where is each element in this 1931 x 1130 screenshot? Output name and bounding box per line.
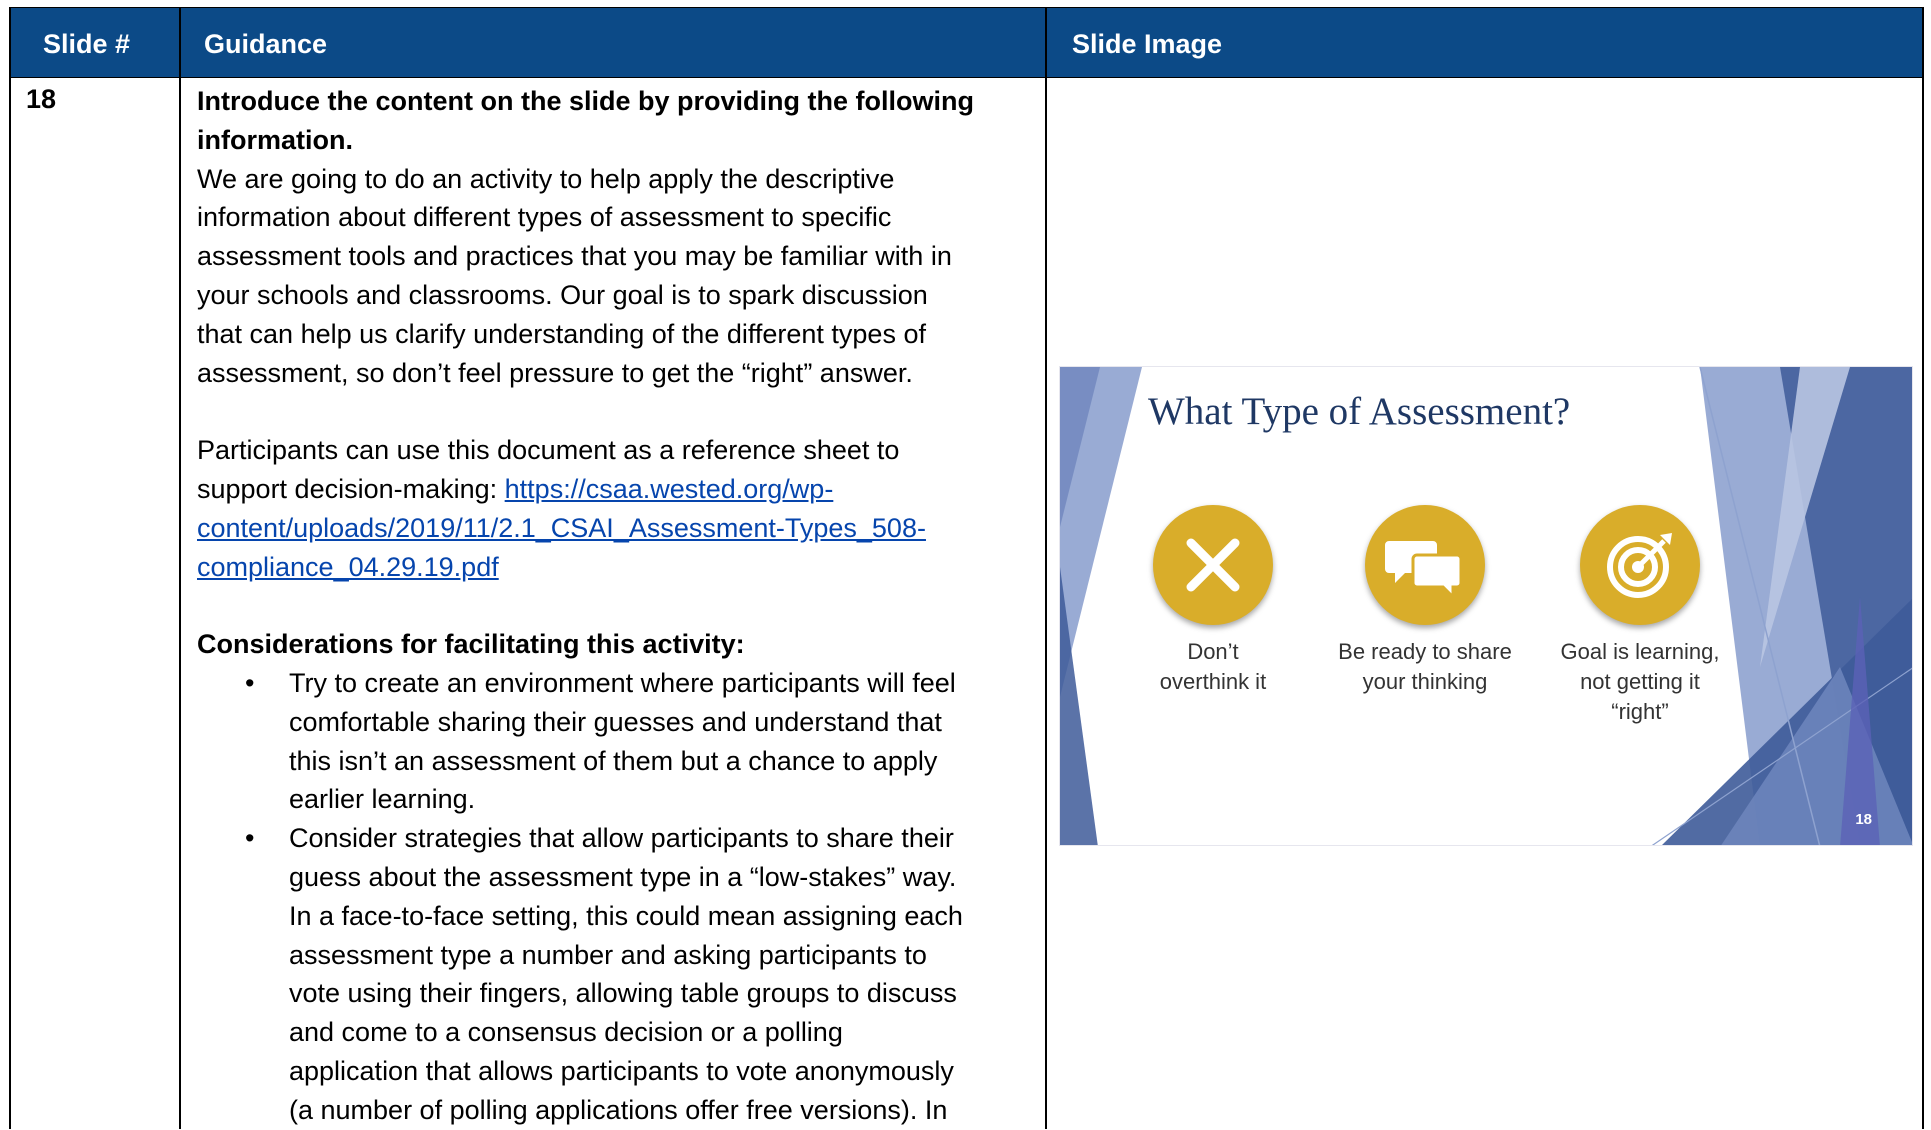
- bullet-text-line: vote using their fingers, allowing table…: [289, 978, 957, 1009]
- table-border-left: [9, 7, 11, 1129]
- caption-line: Don’t: [1187, 639, 1239, 664]
- intro-text-line: assessment tools and practices that you …: [197, 241, 952, 272]
- guidance-cell: Introduce the content on the slide by pr…: [197, 82, 1035, 1130]
- intro-text-line: your schools and classrooms. Our goal is…: [197, 279, 928, 310]
- caption-line: “right”: [1611, 699, 1669, 724]
- caption-be-ready: Be ready to share your thinking: [1315, 637, 1535, 697]
- reference-link-end[interactable]: compliance_04.29.19.pdf: [197, 552, 499, 582]
- list-item: • Consider strategies that allow partici…: [245, 819, 1035, 1129]
- bullet: •: [245, 667, 255, 698]
- bullet-text-line: comfortable sharing their guesses and un…: [289, 706, 942, 737]
- caption-line: Be ready to share: [1338, 639, 1512, 664]
- table-border-right: [1922, 7, 1924, 1129]
- bullet-text-line: Consider strategies that allow participa…: [289, 823, 954, 854]
- target-icon: [1580, 505, 1700, 625]
- caption-line: not getting it: [1580, 669, 1700, 694]
- column-divider: [179, 7, 181, 1129]
- x-icon: [1153, 505, 1273, 625]
- reference-link-line: compliance_04.29.19.pdf: [197, 548, 1035, 587]
- reference-text: Participants can use this document as a …: [197, 435, 900, 466]
- bullet-text-line: Try to create an environment where parti…: [289, 667, 956, 698]
- intro-heading: Introduce the content on the slide by pr…: [197, 86, 974, 116]
- bullet-text-line: In a face-to-face setting, this could me…: [289, 900, 963, 931]
- intro-text-line: We are going to do an activity to help a…: [197, 163, 895, 194]
- caption-line: your thinking: [1362, 669, 1488, 694]
- slide-title: What Type of Assessment?: [1148, 390, 1571, 433]
- caption-dont-overthink: Don’t overthink it: [1103, 637, 1323, 697]
- list-item: • Try to create an environment where par…: [245, 664, 1035, 819]
- column-divider: [1045, 7, 1047, 1129]
- bullet-text-line: assessment type a number and asking part…: [289, 939, 927, 970]
- header-slide-number: Slide #: [43, 29, 131, 59]
- reference-link-line: content/uploads/2019/11/2.1_CSAI_Assessm…: [197, 509, 1035, 548]
- bullet-text-line: guess about the assessment type in a “lo…: [289, 861, 957, 892]
- bullet: •: [245, 823, 255, 854]
- caption-line: overthink it: [1159, 669, 1267, 694]
- header-slide-image: Slide Image: [1072, 29, 1223, 59]
- bullet-text-line: this isn’t an assessment of them but a c…: [289, 745, 938, 776]
- intro-text-line: information about different types of ass…: [197, 202, 892, 233]
- reference-link-cont[interactable]: content/uploads/2019/11/2.1_CSAI_Assessm…: [197, 513, 926, 543]
- bullet-text-line: application that allows participants to …: [289, 1055, 954, 1086]
- header-guidance: Guidance: [204, 29, 328, 59]
- chat-bubbles-icon: [1365, 505, 1485, 625]
- caption-line: Goal is learning,: [1560, 639, 1720, 664]
- intro-heading-cont: information.: [197, 124, 353, 155]
- slide-number-cell: 18: [26, 84, 57, 114]
- reference-link[interactable]: https://csaa.wested.org/wp-: [505, 474, 834, 504]
- bullet-text-line: (a number of polling applications offer …: [289, 1094, 948, 1125]
- table-header: Slide # Guidance Slide Image: [9, 7, 1923, 78]
- bullet-text-line: and come to a consensus decision or a po…: [289, 1017, 843, 1048]
- caption-goal-learning: Goal is learning, not getting it “right”: [1530, 637, 1750, 727]
- intro-text-line: assessment, so don’t feel pressure to ge…: [197, 357, 913, 388]
- bullet-text-line: earlier learning.: [289, 784, 476, 815]
- slide-page-number: 18: [1855, 811, 1872, 828]
- reference-prefix: support decision-making:: [197, 473, 505, 504]
- slide-image: What Type of Assessment? Don’t overthink…: [1059, 366, 1913, 846]
- considerations-list: • Try to create an environment where par…: [197, 664, 1035, 1130]
- reference-text-line: support decision-making: https://csaa.we…: [197, 470, 1035, 509]
- intro-text-line: that can help us clarify understanding o…: [197, 318, 926, 349]
- considerations-heading: Considerations for facilitating this act…: [197, 629, 745, 660]
